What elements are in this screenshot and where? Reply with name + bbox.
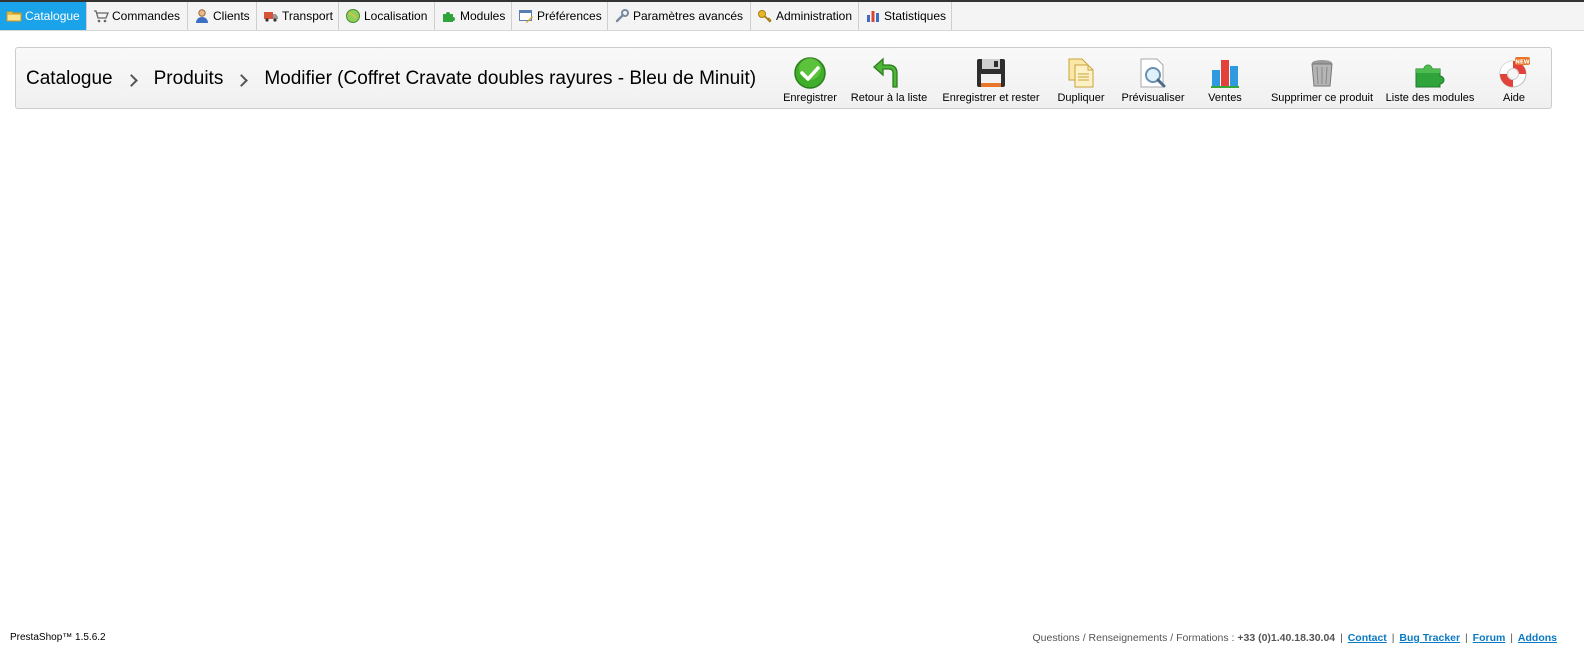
contact-link[interactable]: Contact <box>1348 632 1387 644</box>
menu-item-administration[interactable]: Administration <box>751 2 859 30</box>
user-icon <box>196 9 208 23</box>
breadcrumb-produits[interactable]: Produits <box>154 68 224 90</box>
chevron-right-icon <box>235 73 249 87</box>
lifebuoy-icon: NEW <box>1499 57 1530 88</box>
check-icon <box>794 57 826 89</box>
truck-icon <box>264 12 278 22</box>
folder-icon <box>6 11 22 22</box>
footer-links: Questions / Renseignements / Formations … <box>1033 632 1558 644</box>
menu-item-commandes[interactable]: Commandes <box>87 2 188 30</box>
footer-version: PrestaShop™ 1.5.6.2 <box>10 632 106 643</box>
save-stay-label: Enregistrer et rester <box>942 92 1040 104</box>
puzzle-icon <box>443 12 455 22</box>
bug-tracker-link[interactable]: Bug Tracker <box>1399 632 1460 644</box>
floppy-disk-icon <box>977 59 1005 87</box>
menu-label: Localisation <box>364 9 428 23</box>
new-badge: NEW <box>1515 59 1529 65</box>
menu-label: Statistiques <box>884 9 947 23</box>
bar-chart-icon <box>867 11 879 22</box>
menu-item-preferences[interactable]: Préférences <box>512 2 608 30</box>
help-button[interactable]: NEW Aide <box>1496 56 1532 106</box>
menu-label: Catalogue <box>25 9 80 23</box>
menu-item-transport[interactable]: Transport <box>257 2 339 30</box>
menu-label: Transport <box>282 9 333 23</box>
duplicate-icon <box>1068 58 1094 88</box>
save-label: Enregistrer <box>783 92 837 104</box>
save-button[interactable]: Enregistrer <box>782 56 838 106</box>
cart-icon <box>94 10 109 23</box>
menu-item-statistiques[interactable]: Statistiques <box>859 2 952 30</box>
trash-icon <box>1311 60 1333 87</box>
menu-label: Paramètres avancés <box>633 9 744 23</box>
bar-chart-icon <box>1211 60 1239 88</box>
menu-item-clients[interactable]: Clients <box>188 2 257 30</box>
preview-label: Prévisualiser <box>1121 92 1185 104</box>
menu-item-catalogue[interactable]: Catalogue <box>0 2 87 30</box>
footer-separator: | <box>1340 632 1343 644</box>
delete-product-button[interactable]: Supprimer ce produit <box>1271 56 1373 106</box>
magnifier-icon <box>1140 58 1166 88</box>
undo-arrow-icon <box>873 57 898 88</box>
menu-item-localisation[interactable]: Localisation <box>339 2 435 30</box>
help-label: Aide <box>1502 92 1526 104</box>
duplicate-label: Dupliquer <box>1057 92 1105 104</box>
breadcrumb-catalogue[interactable]: Catalogue <box>26 68 113 90</box>
forum-link[interactable]: Forum <box>1473 632 1506 644</box>
puzzle-icon <box>1415 64 1445 88</box>
menu-label: Préférences <box>537 9 602 23</box>
menu-item-modules[interactable]: Modules <box>435 2 512 30</box>
preview-button[interactable]: Prévisualiser <box>1121 56 1185 106</box>
modules-label: Liste des modules <box>1385 92 1475 104</box>
menu-label: Administration <box>776 9 853 23</box>
delete-label: Supprimer ce produit <box>1270 92 1374 104</box>
footer-separator: | <box>1391 632 1395 644</box>
globe-icon <box>346 9 360 23</box>
sales-label: Ventes <box>1208 92 1242 104</box>
key-icon <box>758 10 772 23</box>
menu-label: Clients <box>213 9 250 23</box>
main-menu: Catalogue Commandes Clients Transport Lo… <box>0 2 1584 31</box>
page-toolbar: Catalogue Produits Modifier (Coffret Cra… <box>15 47 1552 109</box>
wrench-icon <box>615 9 629 23</box>
menu-label: Commandes <box>112 9 181 23</box>
duplicate-button[interactable]: Dupliquer <box>1055 56 1107 106</box>
chevron-right-icon <box>124 73 138 87</box>
footer-phone: +33 (0)1.40.18.30.04 <box>1237 632 1336 644</box>
footer-questions: Questions / Renseignements / Formations … <box>1032 632 1238 644</box>
menu-item-parametres-avances[interactable]: Paramètres avancés <box>608 2 751 30</box>
footer-separator: | <box>1510 632 1513 644</box>
menu-label: Modules <box>460 9 506 23</box>
addons-link[interactable]: Addons <box>1518 632 1557 644</box>
back-to-list-button[interactable]: Retour à la liste <box>851 56 927 106</box>
save-and-stay-button[interactable]: Enregistrer et rester <box>941 56 1041 106</box>
page-title: Modifier (Coffret Cravate doubles rayure… <box>264 68 757 89</box>
sales-button[interactable]: Ventes <box>1201 56 1249 106</box>
back-label: Retour à la liste <box>850 92 928 104</box>
footer-separator: | <box>1465 632 1468 644</box>
preferences-icon <box>519 10 533 23</box>
breadcrumb: Catalogue Produits Modifier (Coffret Cra… <box>26 68 756 90</box>
modules-list-button[interactable]: Liste des modules <box>1386 56 1474 106</box>
